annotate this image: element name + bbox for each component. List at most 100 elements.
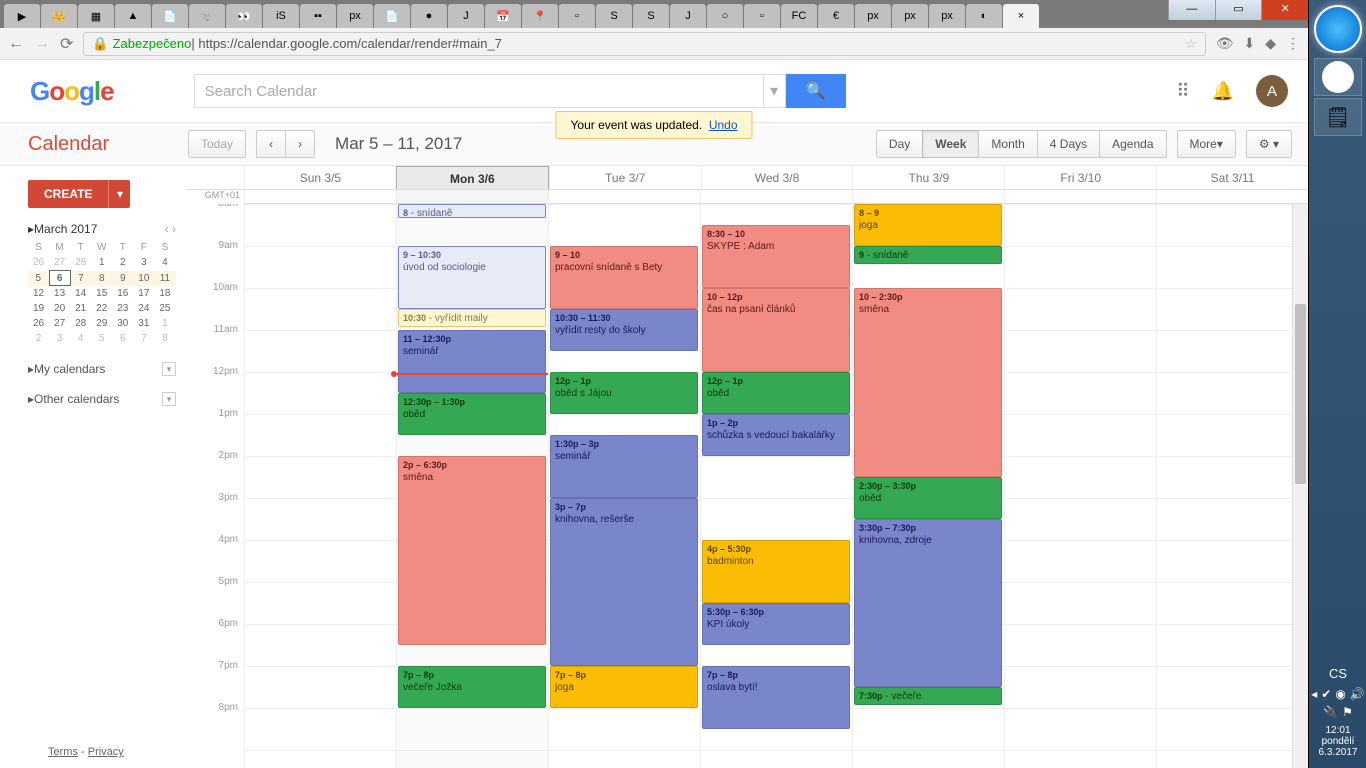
day-column[interactable]: 8:30 – 10SKYPE : Adam10 – 12pčas na psan… [700, 204, 852, 768]
view-agenda[interactable]: Agenda [1099, 130, 1166, 158]
browser-tab[interactable]: ▫ [559, 4, 595, 28]
back-icon[interactable]: ← [8, 35, 24, 53]
settings-button[interactable]: ⚙ ▾ [1246, 130, 1292, 158]
tray-icon[interactable]: ◉ [1335, 687, 1345, 701]
day-header[interactable]: Tue 3/7 [549, 166, 701, 189]
browser-tab[interactable]: px [929, 4, 965, 28]
window-close[interactable]: ✕ [1261, 0, 1308, 20]
view-week[interactable]: Week [922, 130, 979, 158]
next-button[interactable]: › [285, 130, 315, 158]
browser-tab[interactable]: 📄 [152, 4, 188, 28]
browser-tab[interactable]: ▪▪ [300, 4, 336, 28]
browser-tab[interactable]: ● [411, 4, 447, 28]
start-button[interactable] [1314, 5, 1362, 53]
today-button[interactable]: Today [188, 130, 246, 158]
taskbar-chrome[interactable] [1314, 58, 1362, 96]
browser-tab[interactable]: J [448, 4, 484, 28]
day-column[interactable]: 8 - snídaně9 – 10:30úvod od sociologie10… [396, 204, 548, 768]
browser-tab[interactable]: 📅 [485, 4, 521, 28]
event[interactable]: 9 - snídaně [854, 246, 1002, 264]
browser-tab[interactable]: J [670, 4, 706, 28]
event[interactable]: 12:30p – 1:30poběd [398, 393, 546, 435]
browser-tab[interactable]: px [892, 4, 928, 28]
ext-icon[interactable]: 👁 [1216, 35, 1234, 52]
star-icon[interactable]: ☆ [1185, 36, 1197, 52]
browser-tab[interactable]: iS [263, 4, 299, 28]
tray-icon[interactable]: ✔ [1321, 687, 1331, 701]
event[interactable]: 8:30 – 10SKYPE : Adam [702, 225, 850, 288]
search-dropdown[interactable]: ▾ [764, 74, 786, 108]
browser-tab[interactable]: 👑 [41, 4, 77, 28]
browser-tab[interactable]: 📍 [522, 4, 558, 28]
day-column[interactable] [244, 204, 396, 768]
privacy-link[interactable]: Privacy [88, 746, 124, 758]
apps-icon[interactable]: ⠿ [1176, 81, 1189, 102]
day-column[interactable] [1004, 204, 1156, 768]
tray-time[interactable]: 12:01 [1309, 725, 1366, 736]
event[interactable]: 3p – 7pknihovna, rešerše [550, 498, 698, 666]
event[interactable]: 2:30p – 3:30poběd [854, 477, 1002, 519]
event[interactable]: 9 – 10pracovní snídaně s Bety [550, 246, 698, 309]
browser-tab-active[interactable]: × [1003, 4, 1039, 28]
url-input[interactable]: 🔒 Zabezpečeno | https://calendar.google.… [83, 32, 1205, 56]
forward-icon[interactable]: → [34, 35, 50, 53]
avatar[interactable]: A [1256, 75, 1288, 107]
event[interactable]: 5:30p – 6:30pKPI úkoly [702, 603, 850, 645]
scrollbar-thumb[interactable] [1295, 304, 1306, 484]
browser-tab[interactable]: ▲ [115, 4, 151, 28]
browser-tab[interactable]: S [633, 4, 669, 28]
event[interactable]: 1p – 2pschůzka s vedoucí bakalářky [702, 414, 850, 456]
browser-tab[interactable]: S [596, 4, 632, 28]
event[interactable]: 7p – 8pjoga [550, 666, 698, 708]
day-header[interactable]: Sat 3/11 [1156, 166, 1308, 189]
browser-tab[interactable]: 🐘 [189, 4, 225, 28]
event[interactable]: 7:30p - večeře [854, 687, 1002, 705]
tray-icon[interactable]: 🔊 [1350, 687, 1365, 701]
window-minimize[interactable]: — [1168, 0, 1215, 20]
day-header[interactable]: Mon 3/6 [396, 166, 549, 189]
event[interactable]: 3:30p – 7:30pknihovna, zdroje [854, 519, 1002, 687]
event[interactable]: 10 – 2:30psměna [854, 288, 1002, 477]
browser-tab[interactable]: FC [781, 4, 817, 28]
event[interactable]: 7p – 8poslava bytí! [702, 666, 850, 729]
ext-icon[interactable]: ◆ [1265, 35, 1276, 52]
terms-link[interactable]: Terms [48, 746, 78, 758]
browser-tab[interactable]: ◐ [966, 4, 1002, 28]
window-maximize[interactable]: ▭ [1215, 0, 1262, 20]
browser-tab[interactable]: px [337, 4, 373, 28]
create-dropdown[interactable]: ▾ [108, 180, 130, 208]
google-logo[interactable]: Google [30, 76, 114, 107]
view-day[interactable]: Day [876, 130, 923, 158]
event[interactable]: 10 – 12pčas na psaní článků [702, 288, 850, 372]
search-button[interactable]: 🔍 [786, 74, 846, 108]
tray-icon[interactable]: 🔌 [1323, 705, 1338, 719]
event[interactable]: 12p – 1poběd s Jájou [550, 372, 698, 414]
day-header[interactable]: Sun 3/5 [244, 166, 396, 189]
browser-tab[interactable]: px [855, 4, 891, 28]
prev-button[interactable]: ‹ [256, 130, 286, 158]
day-header[interactable]: Fri 3/10 [1004, 166, 1156, 189]
my-calendars-toggle[interactable]: ▸ My calendars▾ [28, 362, 176, 376]
mini-calendar[interactable]: SMTWTFS262728123456789101112131415161718… [28, 240, 176, 346]
event[interactable]: 11 – 12:30pseminář [398, 330, 546, 393]
tray-icon[interactable]: ◂ [1311, 687, 1317, 701]
notifications-icon[interactable]: 🔔 [1212, 81, 1234, 102]
event[interactable]: 1:30p – 3pseminář [550, 435, 698, 498]
day-column[interactable]: 9 – 10pracovní snídaně s Bety10:30 – 11:… [548, 204, 700, 768]
scrollbar[interactable] [1292, 204, 1308, 768]
browser-tab[interactable]: ▶ [4, 4, 40, 28]
event[interactable]: 12p – 1poběd [702, 372, 850, 414]
toast-undo[interactable]: Undo [709, 118, 738, 132]
view-month[interactable]: Month [978, 130, 1037, 158]
day-column[interactable]: 8 – 9joga9 - snídaně10 – 2:30psměna2:30p… [852, 204, 1004, 768]
other-calendars-toggle[interactable]: ▸ Other calendars▾ [28, 392, 176, 406]
event[interactable]: 7p – 8pvečeře Jožka [398, 666, 546, 708]
chrome-menu-icon[interactable]: ⋮ [1286, 35, 1300, 52]
day-column[interactable] [1156, 204, 1308, 768]
tray-icon[interactable]: ⚑ [1342, 705, 1353, 719]
browser-tab[interactable]: 📄 [374, 4, 410, 28]
browser-tab[interactable]: ▫ [744, 4, 780, 28]
day-header[interactable]: Thu 3/9 [852, 166, 1004, 189]
browser-tab[interactable]: ▦ [78, 4, 114, 28]
more-button[interactable]: More ▾ [1177, 130, 1236, 158]
